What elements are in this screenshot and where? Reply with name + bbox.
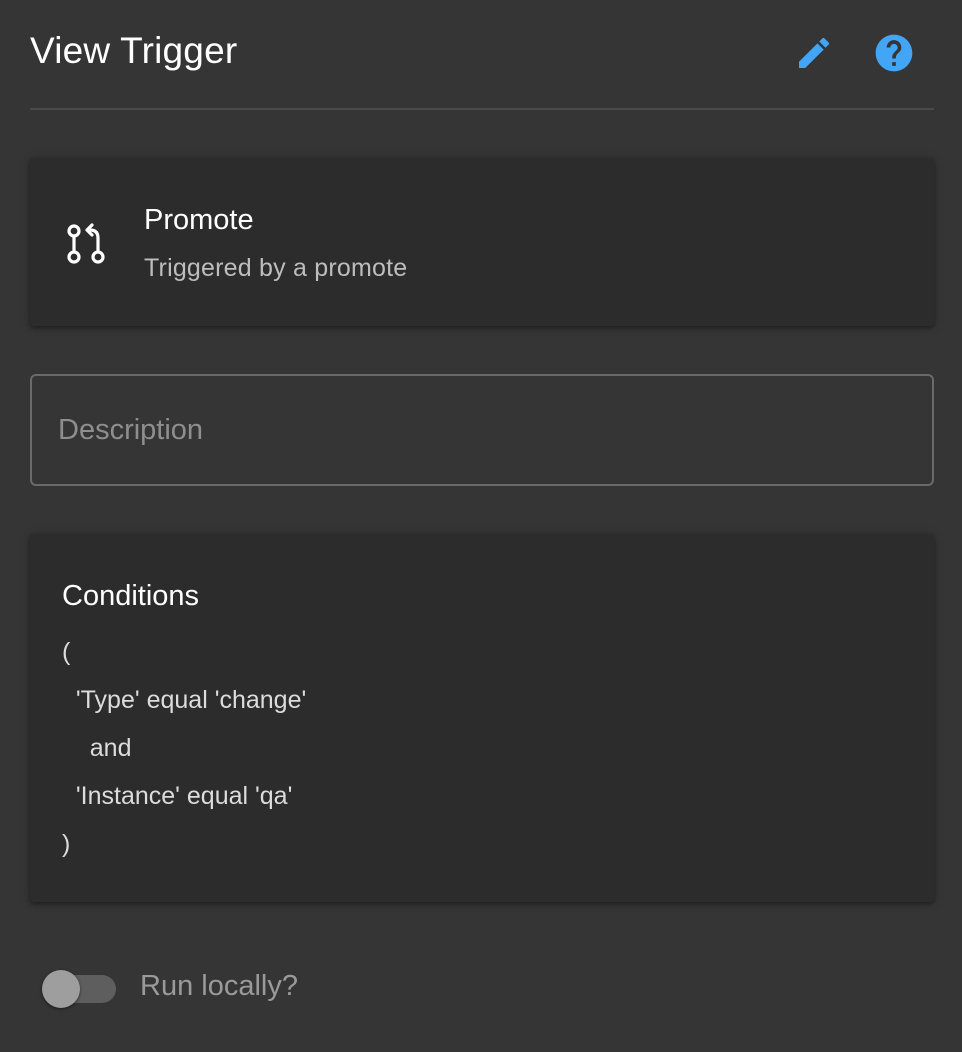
run-locally-label: Run locally?: [140, 970, 298, 1002]
help-circle-icon: [875, 34, 913, 72]
condition-line: 'Type' equal 'change': [62, 686, 307, 714]
description-field[interactable]: [30, 374, 934, 486]
trigger-description: Triggered by a promote: [144, 254, 408, 282]
condition-line: and: [62, 734, 132, 762]
trigger-card: [30, 158, 934, 326]
toggle-thumb: [42, 970, 80, 1008]
help-button[interactable]: [872, 31, 916, 75]
run-locally-toggle[interactable]: [42, 970, 118, 1010]
trigger-name: Promote: [144, 204, 254, 236]
source-pull-icon: [67, 223, 105, 264]
pencil-icon: [799, 37, 830, 68]
condition-line: (: [62, 638, 71, 666]
page-title: View Trigger: [30, 30, 238, 71]
description-input[interactable]: [58, 376, 908, 484]
edit-button[interactable]: [792, 31, 836, 75]
condition-line: 'Instance' equal 'qa': [62, 782, 293, 810]
conditions-card: Conditions ( 'Type' equal 'change' and '…: [30, 534, 934, 902]
page-header: View Trigger: [30, 0, 934, 110]
conditions-title: Conditions: [62, 580, 200, 612]
condition-line: ): [62, 830, 71, 858]
